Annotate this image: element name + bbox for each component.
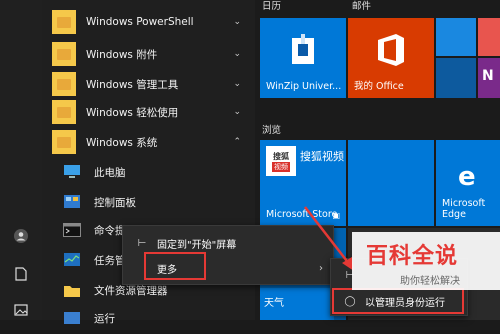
tile-small-red[interactable] [478,18,500,56]
tile-title: 搜狐视频 [300,150,344,163]
chevron-down-icon: ⌄ [233,107,241,117]
list-item-windows-system[interactable]: Windows 系统 ⌃ [42,126,255,158]
tile-label: 天气 [264,298,284,309]
tile-label-calendar: 日历 [262,1,282,12]
tile-label: Microsoft Edge [442,198,486,220]
list-item-label: Windows PowerShell [86,16,194,28]
watermark-title: 百科全说 [366,244,459,269]
chevron-down-icon: ⌄ [233,79,241,89]
highlight-run-as-admin [332,288,464,314]
list-item-label: Windows 附件 [86,48,158,61]
computer-icon [60,160,84,184]
folder-icon [52,130,76,154]
folder-icon [52,10,76,34]
folder-icon [52,100,76,124]
list-item-label: 此电脑 [94,166,126,179]
list-item-windows-accessories[interactable]: Windows 附件 ⌄ [42,38,255,70]
watermark: 百科全说 助你轻松解决 [352,232,500,290]
tile-my-office[interactable]: 我的 Office [348,18,434,98]
start-rail [0,0,42,320]
tile-label-mail: 邮件 [352,1,372,12]
sohu-logo-icon: 搜狐 视频 [266,146,296,176]
office-icon [374,32,408,68]
list-item-label: Windows 管理工具 [86,78,179,91]
terminal-icon [60,218,84,242]
pin-icon: ⊢ [137,237,147,249]
sohu-logo-sub: 视频 [272,161,290,172]
section-label: 浏览 [262,125,282,136]
folder-icon [52,42,76,66]
list-item-label: 任务管 [94,254,126,267]
user-icon[interactable] [11,226,31,246]
list-item-label: Windows 系统 [86,136,158,149]
list-item-label: 运行 [94,312,115,325]
highlight-more [144,252,206,280]
tile-edge[interactable]: e Microsoft Edge [436,140,500,226]
list-item-run[interactable]: 运行 [42,302,255,334]
chevron-down-icon: ⌄ [233,17,241,27]
watermark-subtitle: 助你轻松解决 [400,276,460,287]
task-manager-icon [60,248,84,272]
tile-winzip[interactable]: WinZip Univer... [260,18,346,98]
onenote-icon: N [482,68,494,84]
list-item-label: Windows 轻松使用 [86,106,179,119]
run-icon [60,306,84,330]
tile-onenote[interactable]: N [478,58,500,98]
edge-icon: e [458,162,476,192]
tile-weather[interactable]: 天气 [260,288,334,320]
document-icon[interactable] [11,264,31,284]
sohu-logo-text: 搜狐 [273,151,289,161]
tile-small-dark[interactable] [436,58,476,98]
list-item-this-pc[interactable]: 此电脑 [42,156,255,188]
menu-item-label: 固定到"开始"屏幕 [157,239,237,251]
winzip-icon [288,32,318,68]
list-item-label: 控制面板 [94,196,136,209]
list-item-windows-ease-of-access[interactable]: Windows 轻松使用 ⌄ [42,96,255,128]
tile-label: 我的 Office [354,81,404,92]
list-item-label: 命令提 [94,224,126,237]
tile-label: WinZip Univer... [266,81,342,92]
control-panel-icon [60,190,84,214]
folder-icon [52,72,76,96]
chevron-down-icon: ⌄ [233,49,241,59]
list-item-windows-powershell[interactable]: Windows PowerShell ⌄ [42,6,255,38]
pictures-icon[interactable] [11,300,31,320]
tile-small-blue[interactable] [436,18,476,56]
folder-icon [60,278,84,302]
chevron-up-icon: ⌃ [233,137,241,147]
